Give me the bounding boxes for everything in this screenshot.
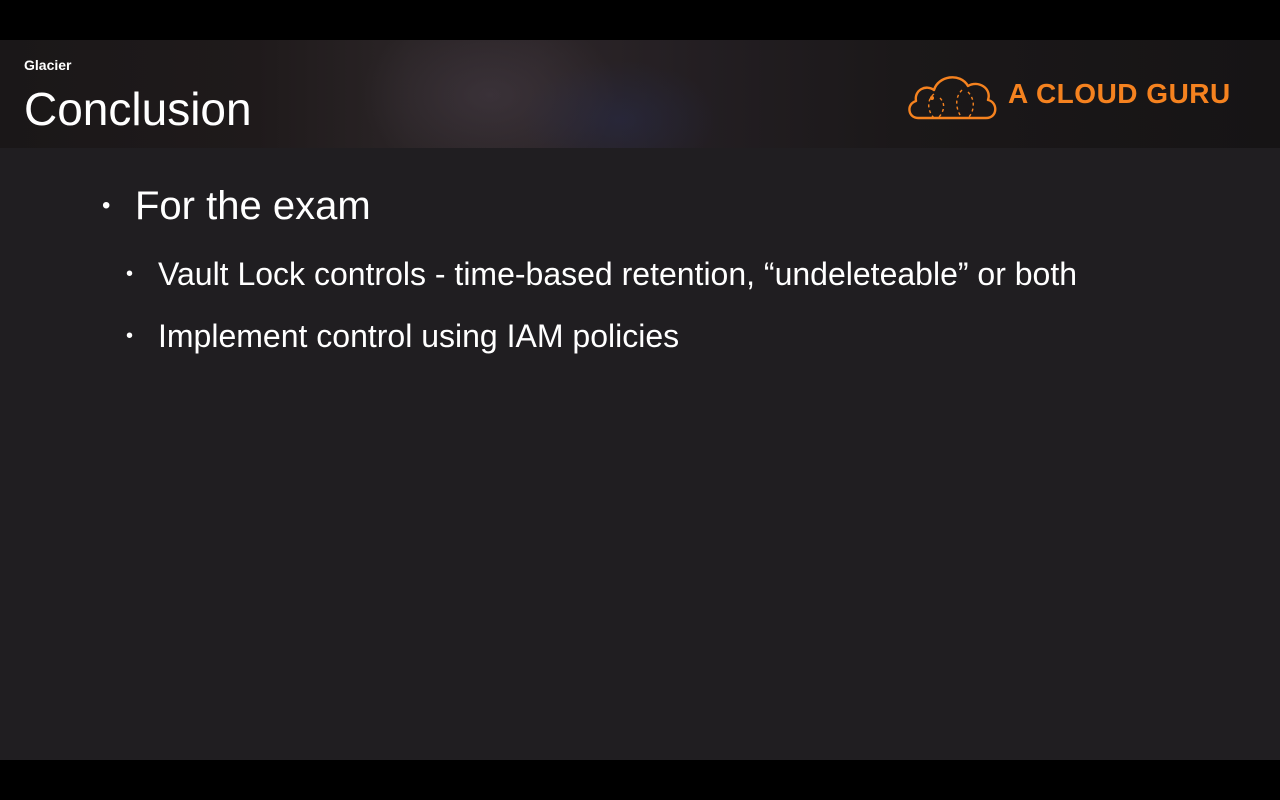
bullet-item-level-2: • Implement control using IAM policies bbox=[126, 316, 680, 356]
bullet-item-level-1: • For the exam bbox=[102, 182, 371, 230]
video-frame: Glacier Conclusion A CLOUD GURU • For th… bbox=[0, 0, 1280, 800]
bullet-dot-icon: • bbox=[102, 192, 111, 219]
bullet-dot-icon: • bbox=[126, 325, 134, 347]
slide-title: Conclusion bbox=[24, 83, 252, 135]
bullet-item-level-2: • Vault Lock controls - time-based reten… bbox=[126, 254, 1078, 294]
logo-text: A CLOUD GURU bbox=[1008, 78, 1231, 109]
bullet-dot-icon: • bbox=[126, 263, 134, 285]
bullet-text: Vault Lock controls - time-based retenti… bbox=[158, 256, 1078, 292]
a-cloud-guru-logo: A CLOUD GURU bbox=[904, 68, 1244, 124]
bullet-text: Implement control using IAM policies bbox=[158, 318, 680, 354]
section-label: Glacier bbox=[24, 57, 72, 73]
bullet-text: For the exam bbox=[135, 184, 371, 228]
slide: Glacier Conclusion A CLOUD GURU • For th… bbox=[0, 40, 1280, 760]
cloud-icon bbox=[908, 76, 997, 120]
slide-header: Glacier Conclusion A CLOUD GURU bbox=[0, 40, 1280, 148]
